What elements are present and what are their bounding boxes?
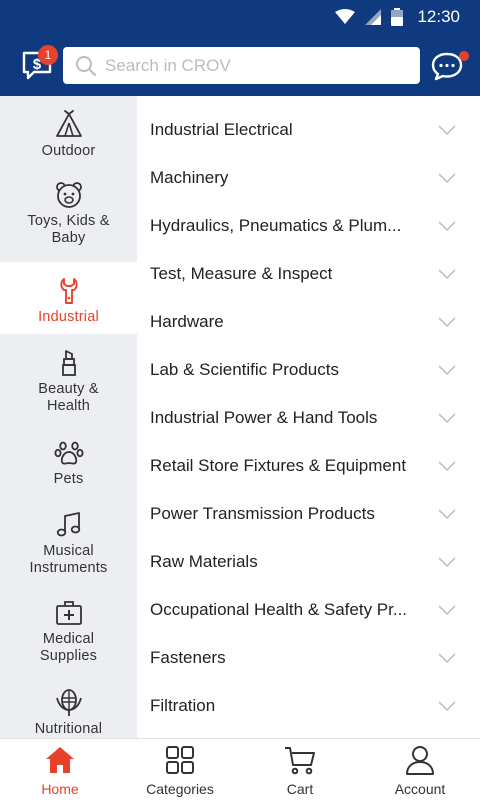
teddy-bear-icon: [55, 182, 82, 208]
battery-icon: [391, 8, 404, 26]
lipstick-icon: [61, 350, 76, 376]
sidebar-item-medical-supplies[interactable]: Medical Supplies: [0, 584, 137, 674]
sidebar-item-outdoor[interactable]: Outdoor: [0, 96, 137, 166]
sidebar-item-label: Outdoor: [41, 143, 96, 159]
list-item[interactable]: Test, Measure & Inspect: [137, 250, 480, 298]
chevron-down-icon: [438, 509, 456, 519]
nav-label: Cart: [286, 781, 314, 797]
list-item-label: Test, Measure & Inspect: [150, 264, 333, 283]
user-icon: [406, 746, 434, 775]
list-item[interactable]: Occupational Health & Safety Pr...: [137, 586, 480, 634]
list-item[interactable]: Retail Store Fixtures & Equipment: [137, 442, 480, 490]
list-item[interactable]: Industrial Power & Hand Tools: [137, 394, 480, 442]
list-item-label: Hardware: [150, 312, 224, 331]
list-item-label: Raw Materials: [150, 552, 258, 571]
category-sidebar: Outdoor Toys, Kids & Baby Industrial Bea…: [0, 96, 137, 738]
list-item-label: Fasteners: [150, 648, 226, 667]
sidebar-item-label: Pets: [53, 471, 84, 487]
sidebar-item-label: Medical Supplies: [39, 631, 98, 664]
subcategory-list: Industrial Electrical Machinery Hydrauli…: [137, 96, 480, 738]
paw-icon: [54, 441, 83, 465]
notification-badge: 1: [38, 45, 58, 65]
list-item-label: Industrial Power & Hand Tools: [150, 408, 378, 427]
chevron-down-icon: [438, 269, 456, 279]
sidebar-item-musical-instruments[interactable]: Musical Instruments: [0, 496, 137, 584]
header: $ 1: [0, 34, 480, 96]
list-item-label: Hydraulics, Pneumatics & Plum...: [150, 216, 402, 235]
nav-account[interactable]: Account: [360, 739, 480, 800]
list-item-label: Filtration: [150, 696, 216, 715]
list-item-label: Occupational Health & Safety Pr...: [150, 600, 408, 619]
search-bar[interactable]: [63, 47, 420, 84]
sidebar-item-label: Industrial: [38, 309, 99, 325]
list-item-label: Power Transmission Products: [150, 504, 375, 523]
list-item[interactable]: Industrial Electrical: [137, 106, 480, 154]
chevron-down-icon: [438, 221, 456, 231]
nav-label: Categories: [146, 781, 214, 797]
chat-unread-dot: [459, 51, 469, 61]
sidebar-item-pets[interactable]: Pets: [0, 424, 137, 496]
sidebar-item-label: Beauty & Health: [38, 381, 99, 414]
sidebar-item-toys-kids-baby[interactable]: Toys, Kids & Baby: [0, 166, 137, 262]
home-icon: [46, 747, 74, 773]
wifi-icon: [335, 9, 356, 24]
search-icon: [76, 55, 96, 76]
nav-label: Account: [394, 781, 446, 797]
chevron-down-icon: [438, 173, 456, 183]
grain-icon: [55, 689, 82, 716]
list-item[interactable]: Hardware: [137, 298, 480, 346]
chevron-down-icon: [438, 125, 456, 135]
search-input[interactable]: [105, 55, 420, 76]
sidebar-item-industrial[interactable]: Industrial: [0, 262, 137, 334]
chevron-down-icon: [438, 653, 456, 663]
chevron-down-icon: [438, 413, 456, 423]
chevron-down-icon: [438, 365, 456, 375]
status-bar: 12:30: [0, 0, 480, 34]
chevron-down-icon: [438, 701, 456, 711]
status-icons: 12:30: [335, 0, 460, 34]
wrench-icon: [59, 278, 78, 304]
signal-icon: [365, 9, 382, 25]
sidebar-item-label: Nutritional Ingredients: [34, 721, 103, 737]
list-item[interactable]: Machinery: [137, 154, 480, 202]
cart-icon: [285, 747, 315, 775]
list-item[interactable]: Lab & Scientific Products: [137, 346, 480, 394]
list-item[interactable]: Hydraulics, Pneumatics & Plum...: [137, 202, 480, 250]
status-time: 12:30: [417, 7, 460, 26]
nav-cart[interactable]: Cart: [240, 739, 360, 800]
sidebar-item-beauty-health[interactable]: Beauty & Health: [0, 334, 137, 424]
grid-icon: [166, 746, 194, 774]
list-item-label: Lab & Scientific Products: [150, 360, 339, 379]
sidebar-item-label: Toys, Kids & Baby: [27, 213, 110, 246]
tent-icon: [55, 110, 82, 137]
list-item-label: Industrial Electrical: [150, 120, 293, 139]
list-item[interactable]: Fasteners: [137, 634, 480, 682]
chevron-down-icon: [438, 605, 456, 615]
chevron-down-icon: [438, 317, 456, 327]
list-item-label: Machinery: [150, 168, 229, 187]
nav-categories[interactable]: Categories: [120, 739, 240, 800]
list-item-label: Retail Store Fixtures & Equipment: [150, 456, 407, 475]
chevron-down-icon: [438, 557, 456, 567]
chevron-down-icon: [438, 461, 456, 471]
music-note-icon: [56, 512, 80, 537]
bottom-navigation: Home Categories Cart Account: [0, 738, 480, 800]
list-item[interactable]: Raw Materials: [137, 538, 480, 586]
sidebar-item-label: Musical Instruments: [29, 543, 108, 576]
first-aid-kit-icon: [55, 601, 82, 625]
sidebar-item-nutritional-ingredients[interactable]: Nutritional Ingredients: [0, 674, 137, 738]
list-item[interactable]: Filtration: [137, 682, 480, 730]
nav-label: Home: [41, 781, 79, 797]
nav-home[interactable]: Home: [0, 739, 120, 800]
list-item[interactable]: Power Transmission Products: [137, 490, 480, 538]
